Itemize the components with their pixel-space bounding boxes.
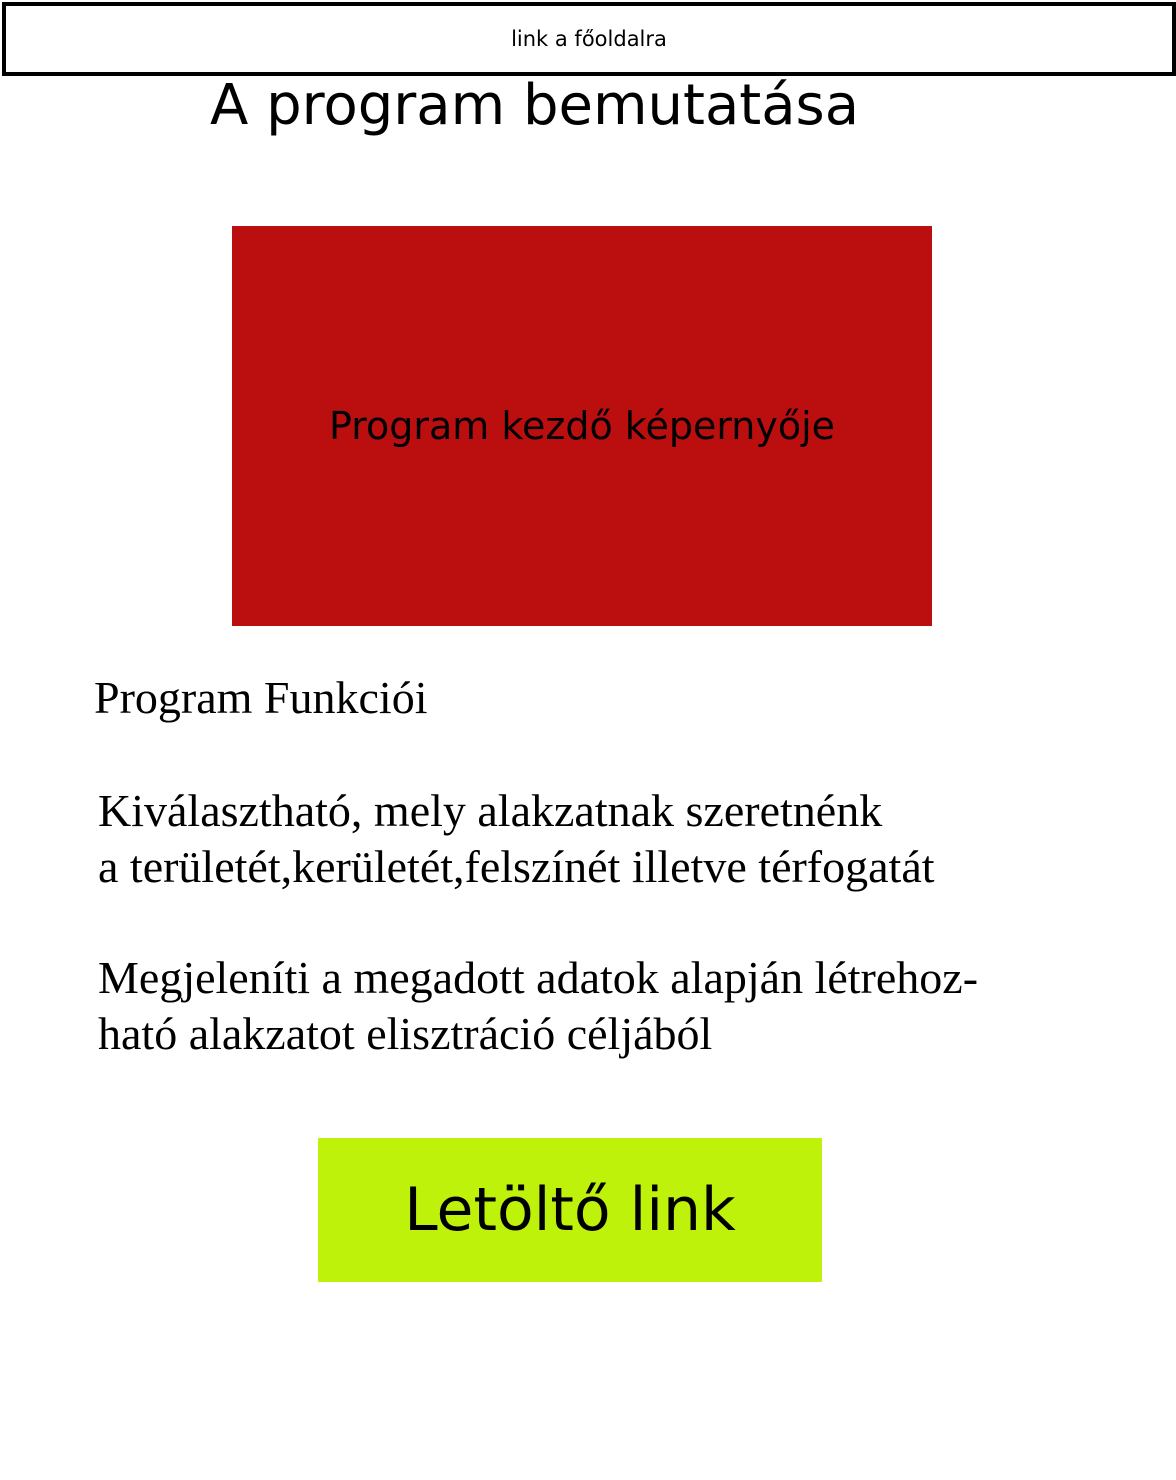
download-link-button[interactable]: Letöltő link [318, 1138, 822, 1282]
features-heading: Program Funkciói [94, 672, 428, 723]
feature-item: Kiválasztható, mely alakzatnak szeretnén… [98, 783, 935, 895]
feature-line: ható alakzatot elisztráció céljából [98, 1008, 713, 1059]
page-title: A program bemutatása [210, 73, 860, 138]
program-screenshot-placeholder: Program kezdő képernyője [232, 226, 932, 626]
home-link[interactable]: link a főoldalra [2, 2, 1176, 76]
feature-line: a területét,kerületét,felszínét illetve … [98, 841, 935, 892]
feature-line: Megjeleníti a megadott adatok alapján lé… [98, 952, 979, 1003]
download-link-label: Letöltő link [404, 1175, 736, 1245]
feature-item: Megjeleníti a megadott adatok alapján lé… [98, 950, 978, 1062]
feature-line: Kiválasztható, mely alakzatnak szeretnén… [98, 785, 883, 836]
program-screenshot-label: Program kezdő képernyője [328, 404, 836, 448]
